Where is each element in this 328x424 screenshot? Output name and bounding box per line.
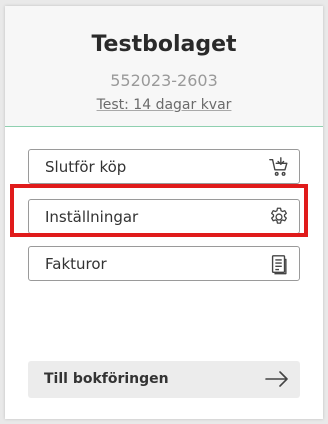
org-number: 552023-2603 <box>110 71 218 90</box>
company-header: Testbolaget 552023-2603 Test: 14 dagar k… <box>5 6 323 127</box>
go-to-bookkeeping-label: Till bokföringen <box>44 371 169 387</box>
document-icon <box>271 255 287 275</box>
go-to-bookkeeping-button[interactable]: Till bokföringen <box>28 361 300 398</box>
trial-status-link[interactable]: Test: 14 dagar kvar <box>5 97 323 113</box>
invoices-button[interactable]: Fakturor <box>28 246 300 281</box>
settings-highlight-box <box>10 184 308 237</box>
arrow-right-icon <box>265 371 288 387</box>
company-name: Testbolaget <box>91 32 237 57</box>
complete-purchase-label: Slutför köp <box>45 158 127 176</box>
invoices-label: Fakturor <box>45 255 107 273</box>
cart-icon <box>269 157 288 176</box>
complete-purchase-button[interactable]: Slutför köp <box>28 149 300 184</box>
